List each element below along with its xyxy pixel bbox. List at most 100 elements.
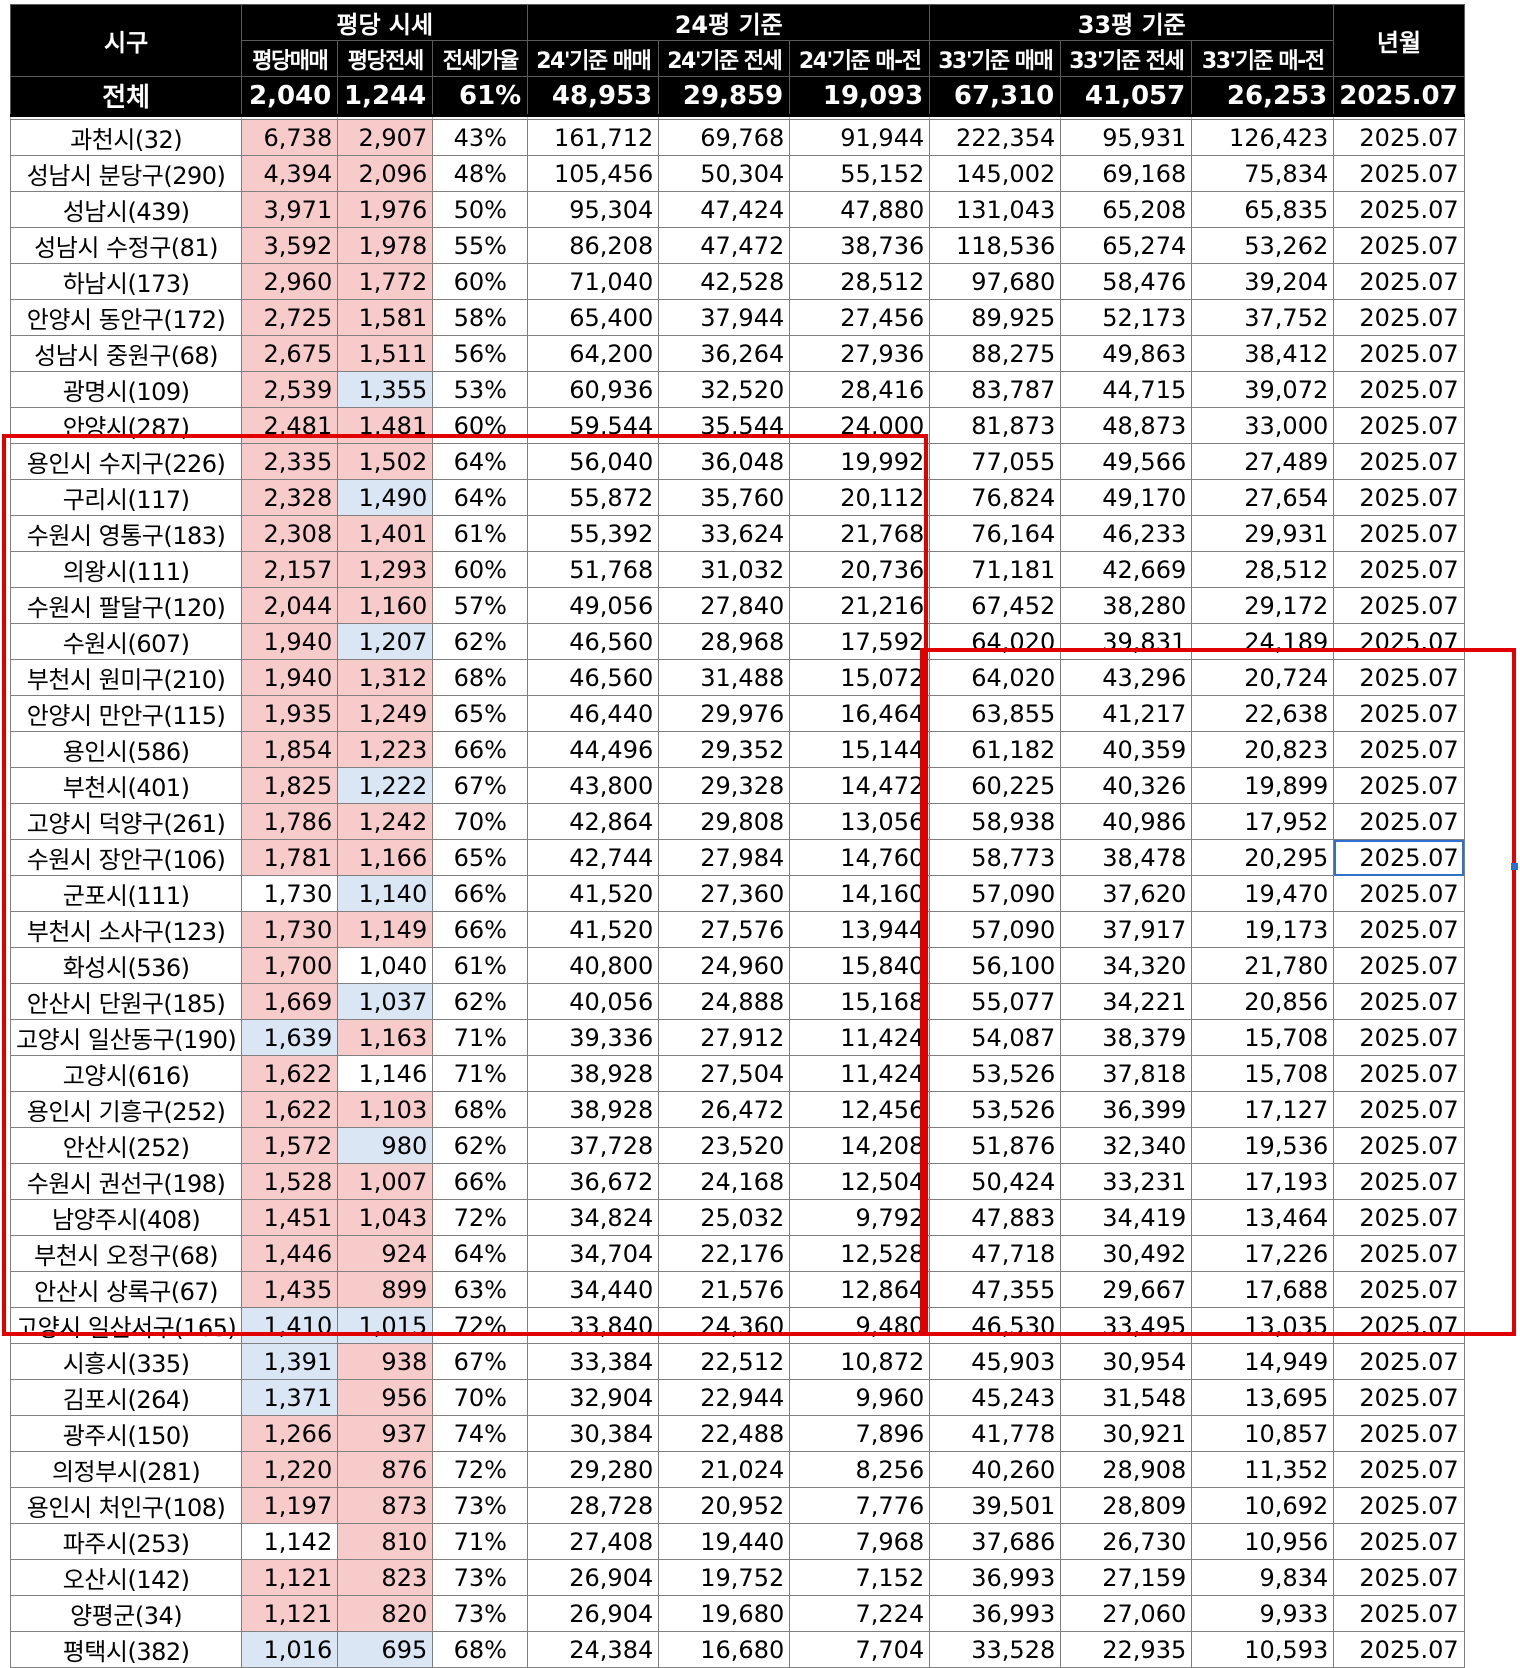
value-cell[interactable]: 44,715 (1060, 371, 1193, 408)
value-cell[interactable]: 13,056 (789, 803, 931, 840)
value-cell[interactable]: 36,993 (929, 1559, 1062, 1596)
value-cell[interactable]: 56,100 (929, 947, 1062, 984)
total-cell[interactable]: 48,953 (527, 76, 660, 117)
value-cell[interactable]: 1,581 (337, 299, 434, 336)
yearmonth-cell[interactable]: 2025.07 (1333, 551, 1465, 588)
value-cell[interactable]: 53,526 (929, 1091, 1062, 1128)
value-cell[interactable]: 11,424 (789, 1019, 931, 1056)
value-cell[interactable]: 21,576 (658, 1271, 791, 1308)
region-name-cell[interactable]: 화성시(536) (9, 947, 243, 984)
value-cell[interactable]: 13,695 (1191, 1379, 1335, 1416)
value-cell[interactable]: 1,163 (337, 1019, 434, 1056)
value-cell[interactable]: 19,899 (1191, 767, 1335, 804)
yearmonth-cell[interactable]: 2025.07 (1333, 227, 1465, 264)
value-cell[interactable]: 27,456 (789, 299, 931, 336)
value-cell[interactable]: 19,470 (1191, 875, 1335, 912)
header-region[interactable]: 시구 (9, 4, 243, 77)
value-cell[interactable]: 34,824 (527, 1199, 660, 1236)
value-cell[interactable]: 28,512 (789, 263, 931, 300)
value-cell[interactable]: 24,960 (658, 947, 791, 984)
value-cell[interactable]: 47,883 (929, 1199, 1062, 1236)
value-cell[interactable]: 20,724 (1191, 659, 1335, 696)
value-cell[interactable]: 37,686 (929, 1523, 1062, 1560)
yearmonth-cell[interactable]: 2025.07 (1333, 1631, 1465, 1668)
value-cell[interactable]: 1,197 (241, 1487, 339, 1524)
value-cell[interactable]: 1,121 (241, 1595, 339, 1632)
yearmonth-cell[interactable]: 2025.07 (1333, 695, 1465, 732)
value-cell[interactable]: 1,940 (241, 659, 339, 696)
value-cell[interactable]: 91,944 (789, 119, 931, 156)
value-cell[interactable]: 20,736 (789, 551, 931, 588)
value-cell[interactable]: 27,984 (658, 839, 791, 876)
yearmonth-cell[interactable]: 2025.07 (1333, 515, 1465, 552)
value-cell[interactable]: 28,908 (1060, 1451, 1193, 1488)
value-cell[interactable]: 26,730 (1060, 1523, 1193, 1560)
value-cell[interactable]: 48% (432, 155, 529, 192)
value-cell[interactable]: 12,504 (789, 1163, 931, 1200)
region-name-cell[interactable]: 양평군(34) (9, 1595, 243, 1632)
value-cell[interactable]: 34,320 (1060, 947, 1193, 984)
region-name-cell[interactable]: 의왕시(111) (9, 551, 243, 588)
yearmonth-cell[interactable]: 2025.07 (1333, 299, 1465, 336)
value-cell[interactable]: 60% (432, 407, 529, 444)
total-cell[interactable]: 2,040 (241, 76, 339, 117)
value-cell[interactable]: 29,976 (658, 695, 791, 732)
header-group-33[interactable]: 33평 기준 (929, 4, 1335, 41)
value-cell[interactable]: 32,520 (658, 371, 791, 408)
value-cell[interactable]: 67,452 (929, 587, 1062, 624)
value-cell[interactable]: 35,760 (658, 479, 791, 516)
value-cell[interactable]: 62% (432, 983, 529, 1020)
value-cell[interactable]: 58,938 (929, 803, 1062, 840)
value-cell[interactable]: 9,960 (789, 1379, 931, 1416)
value-cell[interactable]: 1,142 (241, 1523, 339, 1560)
value-cell[interactable]: 60,936 (527, 371, 660, 408)
value-cell[interactable]: 27,408 (527, 1523, 660, 1560)
value-cell[interactable]: 86,208 (527, 227, 660, 264)
value-cell[interactable]: 1,242 (337, 803, 434, 840)
region-name-cell[interactable]: 광주시(150) (9, 1415, 243, 1452)
value-cell[interactable]: 1,016 (241, 1631, 339, 1668)
value-cell[interactable]: 17,688 (1191, 1271, 1335, 1308)
value-cell[interactable]: 21,216 (789, 587, 931, 624)
value-cell[interactable]: 7,704 (789, 1631, 931, 1668)
value-cell[interactable]: 980 (337, 1127, 434, 1164)
value-cell[interactable]: 3,592 (241, 227, 339, 264)
value-cell[interactable]: 19,680 (658, 1595, 791, 1632)
value-cell[interactable]: 2,725 (241, 299, 339, 336)
value-cell[interactable]: 26,904 (527, 1595, 660, 1632)
value-cell[interactable]: 53,262 (1191, 227, 1335, 264)
value-cell[interactable]: 38,412 (1191, 335, 1335, 372)
value-cell[interactable]: 1,511 (337, 335, 434, 372)
total-cell[interactable]: 1,244 (337, 76, 434, 117)
value-cell[interactable]: 118,536 (929, 227, 1062, 264)
value-cell[interactable]: 58,773 (929, 839, 1062, 876)
yearmonth-cell[interactable]: 2025.07 (1333, 731, 1465, 768)
value-cell[interactable]: 27,654 (1191, 479, 1335, 516)
value-cell[interactable]: 42,669 (1060, 551, 1193, 588)
value-cell[interactable]: 10,872 (789, 1343, 931, 1380)
value-cell[interactable]: 14,160 (789, 875, 931, 912)
yearmonth-cell[interactable]: 2025.07 (1333, 1271, 1465, 1308)
value-cell[interactable]: 72% (432, 1307, 529, 1344)
value-cell[interactable]: 40,056 (527, 983, 660, 1020)
value-cell[interactable]: 67% (432, 1343, 529, 1380)
total-cell[interactable]: 61% (432, 76, 529, 117)
selection-fill-handle[interactable] (1511, 863, 1518, 870)
region-name-cell[interactable]: 수원시 영통구(183) (9, 515, 243, 552)
region-name-cell[interactable]: 광명시(109) (9, 371, 243, 408)
value-cell[interactable]: 1,312 (337, 659, 434, 696)
value-cell[interactable]: 820 (337, 1595, 434, 1632)
yearmonth-cell[interactable]: 2025.07 (1333, 587, 1465, 624)
value-cell[interactable]: 19,440 (658, 1523, 791, 1560)
header-group-24[interactable]: 24평 기준 (527, 4, 931, 41)
yearmonth-cell[interactable]: 2025.07 (1333, 767, 1465, 804)
value-cell[interactable]: 28,416 (789, 371, 931, 408)
value-cell[interactable]: 13,035 (1191, 1307, 1335, 1344)
value-cell[interactable]: 1,730 (241, 875, 339, 912)
region-name-cell[interactable]: 부천시(401) (9, 767, 243, 804)
yearmonth-cell[interactable]: 2025.07 (1333, 1055, 1465, 1092)
region-name-cell[interactable]: 부천시 오정구(68) (9, 1235, 243, 1272)
value-cell[interactable]: 1,854 (241, 731, 339, 768)
value-cell[interactable]: 49,056 (527, 587, 660, 624)
value-cell[interactable]: 2,539 (241, 371, 339, 408)
